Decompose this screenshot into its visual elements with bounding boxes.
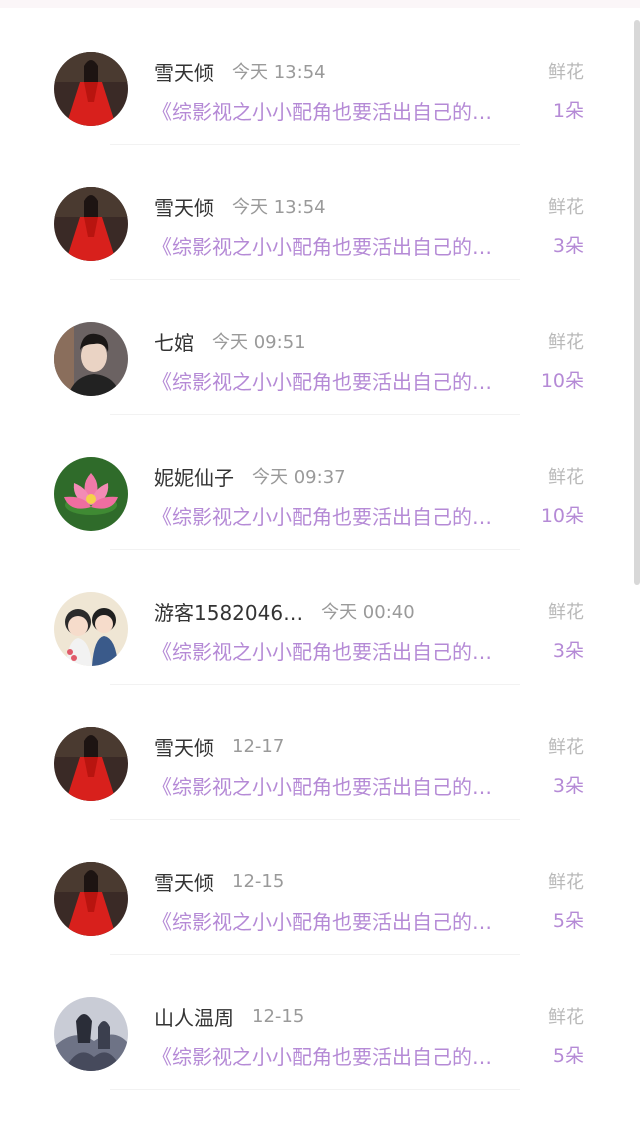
- gift-type-label: 鲜花: [548, 1007, 584, 1028]
- timestamp: 今天 13:54: [232, 197, 326, 218]
- sender-name[interactable]: 雪天倾: [154, 57, 214, 86]
- avatar[interactable]: [54, 592, 128, 666]
- list-item[interactable]: 雪天倾 12-17 鲜花 《综影视之小小配角也要活出自己的… 3朵: [0, 693, 640, 828]
- sender-name[interactable]: 游客1582046…: [154, 597, 303, 626]
- gift-count: 3朵: [552, 235, 584, 257]
- list-item[interactable]: 游客1582046… 今天 00:40 鲜花 《综影视之小小配角也要活出自己的……: [0, 558, 640, 693]
- avatar[interactable]: [54, 52, 128, 126]
- divider: [110, 954, 520, 955]
- book-title-link[interactable]: 《综影视之小小配角也要活出自己的…: [152, 501, 532, 530]
- avatar[interactable]: [54, 727, 128, 801]
- gift-count: 10朵: [540, 370, 584, 392]
- list-item[interactable]: 妮妮仙子 今天 09:37 鲜花 《综影视之小小配角也要活出自己的… 10朵: [0, 423, 640, 558]
- top-bar: [0, 0, 640, 8]
- list-item[interactable]: 七婠 今天 09:51 鲜花 《综影视之小小配角也要活出自己的… 10朵: [0, 288, 640, 423]
- book-title-link[interactable]: 《综影视之小小配角也要活出自己的…: [152, 231, 532, 260]
- avatar[interactable]: [54, 862, 128, 936]
- list-item[interactable]: 山人温周 12-15 鲜花 《综影视之小小配角也要活出自己的… 5朵: [0, 963, 640, 1098]
- timestamp: 今天 09:37: [252, 467, 346, 488]
- gift-type-label: 鲜花: [548, 62, 584, 83]
- gift-type-label: 鲜花: [548, 467, 584, 488]
- avatar[interactable]: [54, 322, 128, 396]
- sender-name[interactable]: 雪天倾: [154, 192, 214, 221]
- gift-count: 5朵: [552, 910, 584, 932]
- gift-record-list: 雪天倾 今天 13:54 鲜花 《综影视之小小配角也要活出自己的… 1朵 雪天倾…: [0, 18, 640, 1098]
- book-title-link[interactable]: 《综影视之小小配角也要活出自己的…: [152, 96, 532, 125]
- timestamp: 12-15: [232, 870, 285, 892]
- sender-name[interactable]: 山人温周: [154, 1002, 234, 1031]
- list-item[interactable]: 雪天倾 今天 13:54 鲜花 《综影视之小小配角也要活出自己的… 3朵: [0, 153, 640, 288]
- divider: [110, 144, 520, 145]
- book-title-link[interactable]: 《综影视之小小配角也要活出自己的…: [152, 366, 532, 395]
- avatar[interactable]: [54, 187, 128, 261]
- gift-type-label: 鲜花: [548, 872, 584, 893]
- timestamp: 12-15: [252, 1005, 305, 1027]
- divider: [110, 819, 520, 820]
- gift-type-label: 鲜花: [548, 197, 584, 218]
- gift-type-label: 鲜花: [548, 602, 584, 623]
- avatar[interactable]: [54, 997, 128, 1071]
- avatar[interactable]: [54, 457, 128, 531]
- book-title-link[interactable]: 《综影视之小小配角也要活出自己的…: [152, 771, 532, 800]
- gift-count: 10朵: [540, 505, 584, 527]
- gift-type-label: 鲜花: [548, 332, 584, 353]
- gift-count: 1朵: [552, 100, 584, 122]
- book-title-link[interactable]: 《综影视之小小配角也要活出自己的…: [152, 1041, 532, 1070]
- divider: [110, 684, 520, 685]
- list-item[interactable]: 雪天倾 12-15 鲜花 《综影视之小小配角也要活出自己的… 5朵: [0, 828, 640, 963]
- sender-name[interactable]: 妮妮仙子: [154, 462, 234, 491]
- divider: [110, 549, 520, 550]
- gift-count: 3朵: [552, 775, 584, 797]
- timestamp: 今天 00:40: [321, 602, 415, 623]
- sender-name[interactable]: 七婠: [154, 327, 194, 356]
- gift-count: 5朵: [552, 1045, 584, 1067]
- book-title-link[interactable]: 《综影视之小小配角也要活出自己的…: [152, 636, 532, 665]
- sender-name[interactable]: 雪天倾: [154, 867, 214, 896]
- divider: [110, 279, 520, 280]
- book-title-link[interactable]: 《综影视之小小配角也要活出自己的…: [152, 906, 532, 935]
- list-item[interactable]: 雪天倾 今天 13:54 鲜花 《综影视之小小配角也要活出自己的… 1朵: [0, 18, 640, 153]
- sender-name[interactable]: 雪天倾: [154, 732, 214, 761]
- timestamp: 今天 09:51: [212, 332, 306, 353]
- timestamp: 12-17: [232, 735, 285, 757]
- timestamp: 今天 13:54: [232, 62, 326, 83]
- divider: [110, 414, 520, 415]
- divider: [110, 1089, 520, 1090]
- gift-type-label: 鲜花: [548, 737, 584, 758]
- gift-count: 3朵: [552, 640, 584, 662]
